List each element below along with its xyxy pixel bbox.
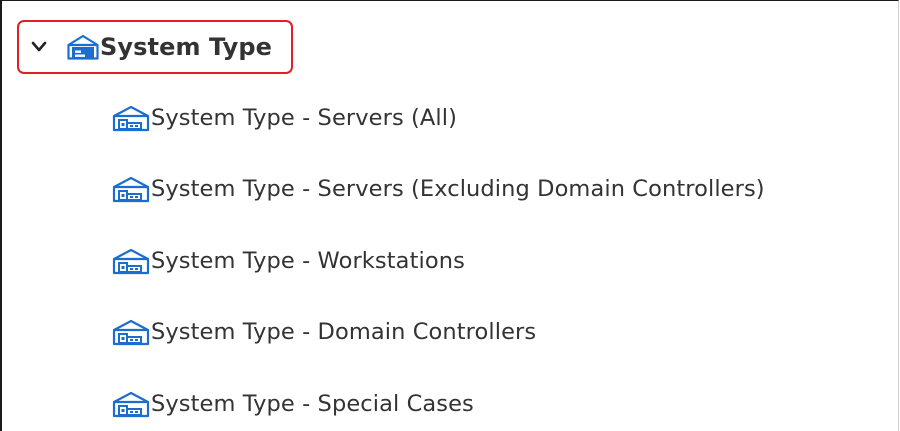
- building-icon: [111, 247, 151, 275]
- tree-node-servers-all[interactable]: System Type - Servers (All): [111, 98, 457, 138]
- tree-node-label: System Type - Servers (All): [151, 105, 457, 131]
- building-icon: [111, 104, 151, 132]
- tree-node-label: System Type - Domain Controllers: [151, 319, 537, 345]
- tree-node-domain-controllers[interactable]: System Type - Domain Controllers: [111, 312, 536, 352]
- tree-node-label: System Type - Workstations: [151, 248, 465, 274]
- tree-node-system-type[interactable]: System Type: [17, 20, 293, 74]
- tree-node-label: System Type - Servers (Excluding Domain …: [151, 176, 765, 202]
- tree-node-special-cases[interactable]: System Type - Special Cases: [111, 384, 474, 424]
- building-icon: [111, 175, 151, 203]
- tree-node-workstations[interactable]: System Type - Workstations: [111, 241, 465, 281]
- building-icon: [111, 318, 151, 346]
- tree-node-label: System Type: [100, 33, 273, 61]
- tree-panel: System Type System Type - Servers (All): [0, 0, 899, 431]
- tree-node-label: System Type - Special Cases: [151, 391, 474, 417]
- chevron-down-icon[interactable]: [28, 36, 50, 58]
- building-icon: [111, 390, 151, 418]
- tree-node-servers-excluding-dc[interactable]: System Type - Servers (Excluding Domain …: [111, 169, 765, 209]
- building-icon: [67, 34, 99, 60]
